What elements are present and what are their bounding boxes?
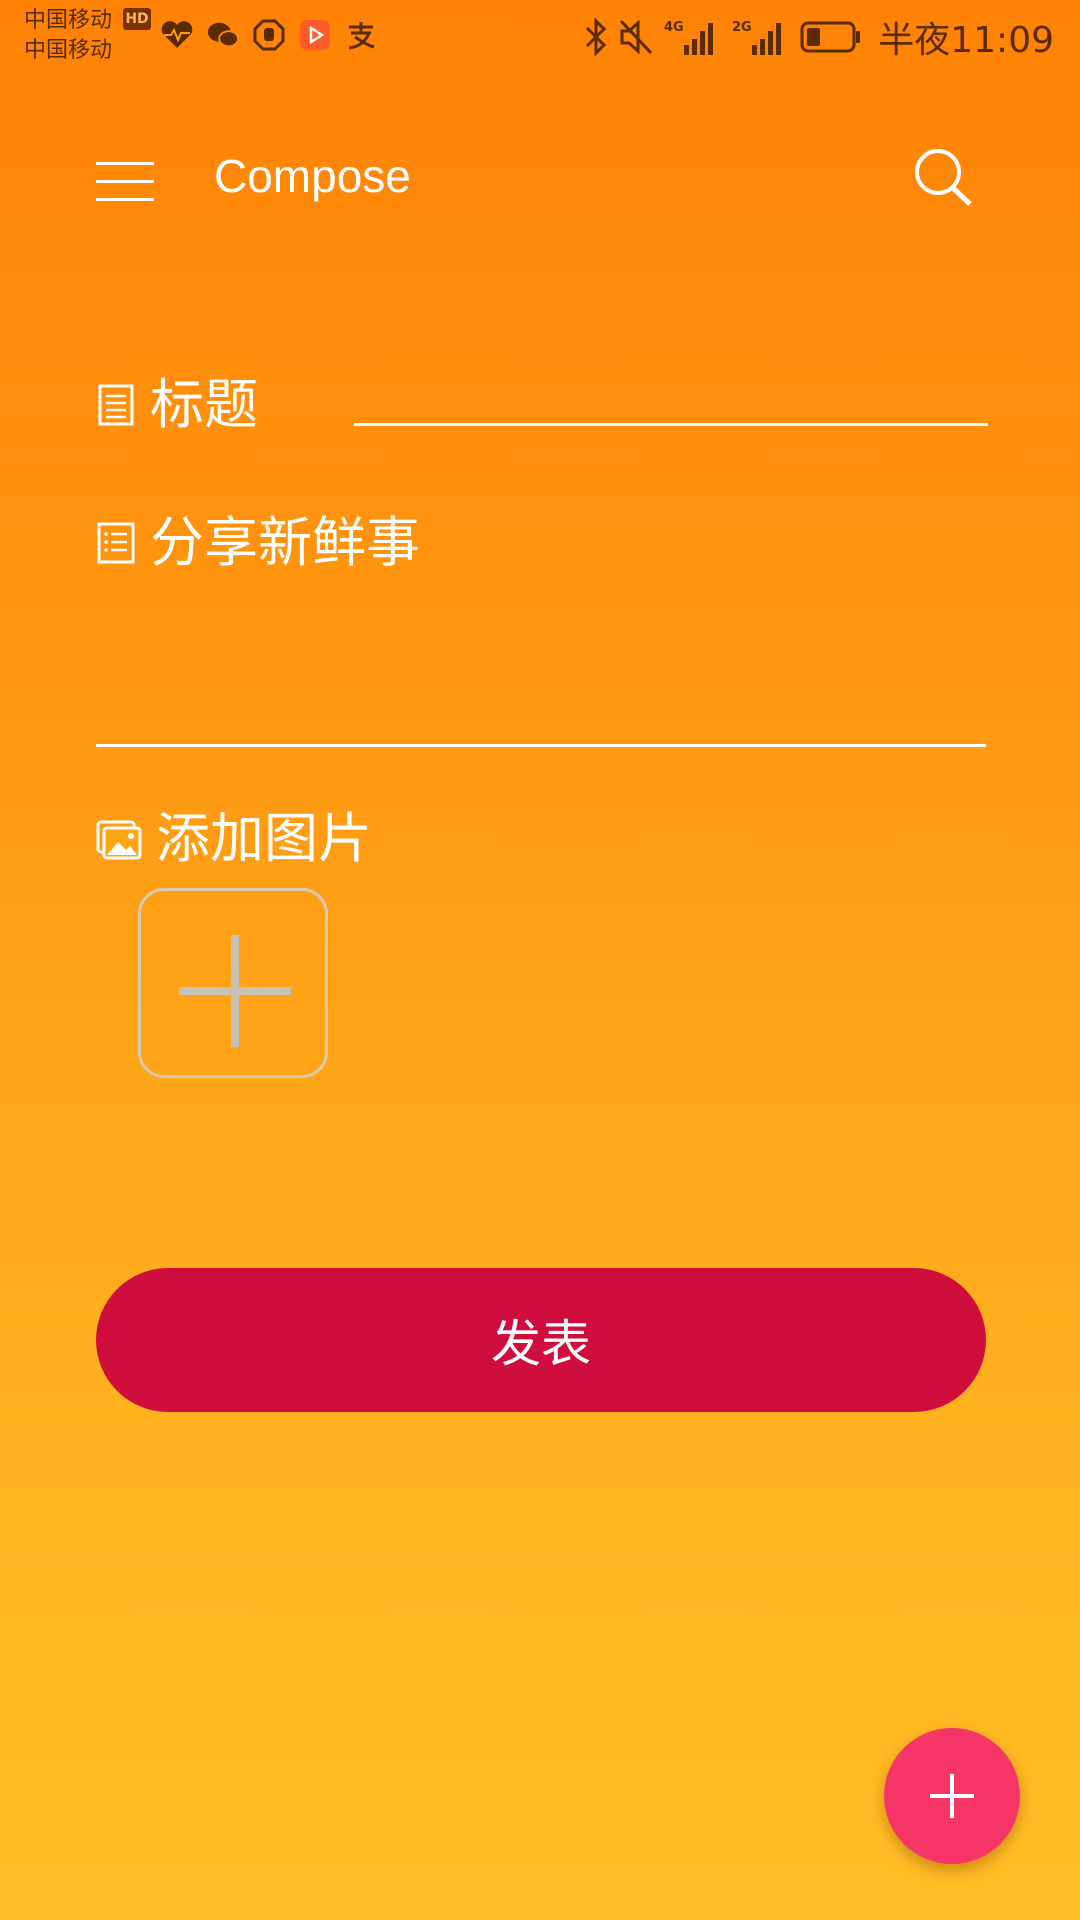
- content-input[interactable]: [96, 580, 990, 744]
- title-input-underline: [354, 423, 988, 426]
- health-heart-icon: [160, 18, 194, 52]
- content-label: 分享新鲜事: [150, 511, 420, 574]
- floating-add-button[interactable]: [884, 1728, 1020, 1864]
- publish-button[interactable]: 发表: [96, 1268, 986, 1412]
- hd-badge: HD: [123, 8, 151, 30]
- mute-icon: [618, 18, 654, 56]
- video-play-icon: [298, 18, 332, 52]
- wechat-icon: [206, 18, 240, 52]
- signal-2g-icon: 2G: [732, 17, 790, 57]
- hand-stop-icon: [252, 18, 286, 52]
- clock: 半夜11:09: [878, 20, 1054, 61]
- notification-icons: [160, 18, 378, 52]
- content-field-row: 分享新鲜事: [96, 510, 420, 576]
- title-input[interactable]: [354, 360, 992, 424]
- system-status: 4G 2G 半夜11:09: [584, 12, 1054, 62]
- page-title: Compose: [214, 150, 411, 202]
- hamburger-menu-icon[interactable]: [92, 148, 158, 208]
- plus-icon-vertical: [950, 1774, 954, 1818]
- bluetooth-icon: [584, 18, 608, 56]
- battery-icon: [800, 20, 862, 54]
- title-field-row: 标题: [96, 372, 258, 438]
- image-gallery-icon: [96, 817, 142, 861]
- app-bar: Compose: [0, 110, 1080, 240]
- alipay-icon: [344, 18, 378, 52]
- network-label-1: 4G: [664, 20, 684, 35]
- network-label-2: 2G: [732, 20, 752, 35]
- document-icon: [96, 383, 136, 427]
- content-input-underline: [96, 744, 986, 747]
- carrier-info: 中国移动 中国移动: [24, 6, 112, 66]
- title-label: 标题: [150, 373, 258, 436]
- signal-4g-icon: 4G: [664, 17, 722, 57]
- image-field-row: 添加图片: [96, 806, 372, 872]
- image-label: 添加图片: [156, 807, 372, 870]
- carrier-name-1: 中国移动: [24, 8, 113, 33]
- carrier-name-2: 中国移动: [24, 38, 113, 63]
- add-image-button[interactable]: [138, 888, 328, 1078]
- status-bar: 中国移动 中国移动 HD 4G 2G 半夜11:09: [0, 0, 1080, 72]
- list-icon: [96, 521, 136, 565]
- plus-icon-vertical: [231, 935, 239, 1047]
- search-icon[interactable]: [912, 146, 976, 210]
